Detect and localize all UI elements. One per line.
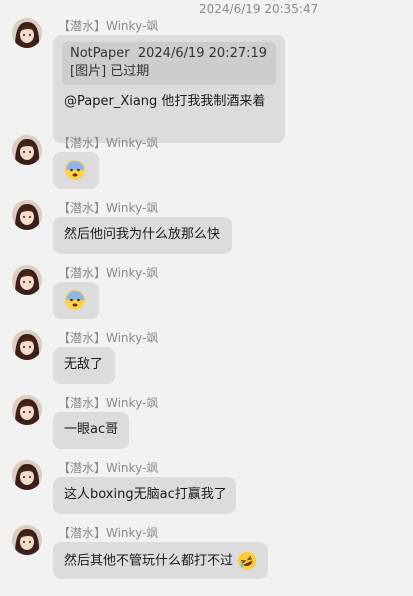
avatar[interactable] [12,265,42,295]
message-bubble[interactable]: 这人boxing无脑ac打赢我了 [53,477,236,514]
quote-text: [图片] 已过期 [70,64,150,79]
fearful-face-icon [65,290,85,310]
message-text: 一眼ac哥 [64,422,119,437]
message-bubble[interactable]: 一眼ac哥 [53,412,129,449]
message-bubble[interactable] [53,152,99,189]
sender-name: 【潜水】Winky-飒 [58,461,159,475]
message-bubble[interactable]: 然后其他不管玩什么都打不过 [53,542,268,579]
avatar[interactable] [12,395,42,425]
fearful-face-icon [65,160,85,180]
sender-name: 【潜水】Winky-飒 [58,526,159,540]
message-bubble[interactable] [53,282,99,319]
avatar[interactable] [12,135,42,165]
avatar[interactable] [12,200,42,230]
message-text: 然后其他不管玩什么都打不过 [64,553,234,569]
rolling-on-floor-laughing-icon [238,551,257,571]
sender-name: 【潜水】Winky-飒 [58,19,159,33]
message-text: 无敌了 [64,357,104,372]
message-text: @Paper_Xiang 他打我我制酒来着 [64,94,266,109]
quote-author: NotPaper [70,46,130,61]
message-text: 然后他问我为什么放那么快 [64,227,221,242]
sender-name: 【潜水】Winky-飒 [58,136,159,150]
quoted-message[interactable]: NotPaper 2024/6/19 20:27:19 [图片] 已过期 [62,42,276,85]
avatar[interactable] [12,460,42,490]
sender-name: 【潜水】Winky-飒 [58,331,159,345]
message-bubble[interactable]: 无敌了 [53,347,115,384]
avatar[interactable] [12,18,42,48]
quote-time: 2024/6/19 20:27:19 [137,46,268,61]
sender-name: 【潜水】Winky-飒 [58,266,159,280]
avatar[interactable] [12,525,42,555]
message-timestamp: 2024/6/19 20:35:47 [199,2,319,16]
sender-name: 【潜水】Winky-飒 [58,201,159,215]
message-text: 这人boxing无脑ac打赢我了 [64,487,227,502]
message-bubble[interactable]: 然后他问我为什么放那么快 [53,217,232,254]
avatar[interactable] [12,330,42,360]
sender-name: 【潜水】Winky-飒 [58,396,159,410]
message-bubble[interactable]: NotPaper 2024/6/19 20:27:19 [图片] 已过期 @Pa… [53,35,285,143]
